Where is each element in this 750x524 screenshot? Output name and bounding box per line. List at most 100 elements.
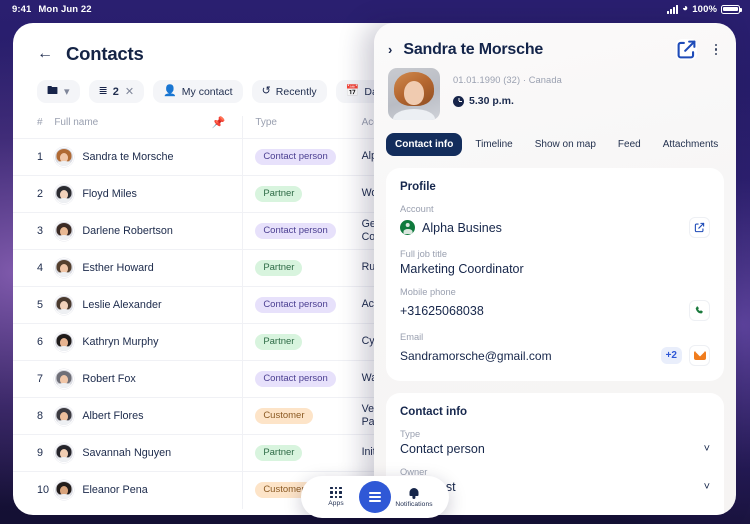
page-title: Contacts (66, 43, 144, 65)
chip-my-contact-label: My contact (182, 86, 233, 98)
kebab-menu-icon[interactable] (708, 41, 724, 59)
status-badge: Partner (255, 186, 302, 202)
back-arrow-icon[interactable]: ← (37, 46, 53, 62)
chevron-right-icon[interactable]: › (388, 42, 392, 57)
field-account: Account Alpha Busines (400, 204, 710, 238)
avatar (54, 332, 74, 352)
row-pin-cell (212, 176, 243, 213)
avatar (54, 184, 74, 204)
account-avatar-icon (400, 220, 415, 235)
wifi-icon: ◕ (682, 4, 688, 14)
tab-feed[interactable]: Feed (609, 133, 650, 156)
tab-show-on-map[interactable]: Show on map (526, 133, 605, 156)
avatar (54, 147, 74, 167)
status-badge: Partner (255, 334, 302, 350)
row-index: 9 (13, 435, 54, 472)
avatar (54, 369, 74, 389)
profile-card-title: Profile (400, 181, 710, 193)
row-index: 3 (13, 213, 54, 250)
chevron-down-icon[interactable]: ˅ (698, 443, 710, 455)
dock-apps-button[interactable]: Apps (315, 487, 357, 508)
row-pin-cell (212, 213, 243, 250)
row-index: 7 (13, 361, 54, 398)
dock-notifications-button[interactable]: Notifications (393, 487, 435, 508)
row-fullname[interactable]: Albert Flores (82, 410, 143, 422)
status-badge: Contact person (255, 371, 335, 387)
status-time: 9:41 (12, 4, 31, 15)
battery-full-icon (721, 5, 740, 14)
bottom-dock: Apps Notifications (301, 476, 449, 518)
history-icon: ↺ (262, 86, 271, 97)
contact-info-card-title: Contact info (400, 406, 710, 418)
column-header-fullname[interactable]: Full name (54, 116, 212, 139)
field-mobile-phone-label: Mobile phone (400, 287, 710, 297)
status-badge: Customer (255, 408, 312, 424)
chip-recently[interactable]: ↺ Recently (252, 80, 327, 103)
chip-folder[interactable]: 🖿 ▾ (37, 80, 80, 103)
field-job-title: Full job title Marketing Coordinator (400, 249, 710, 276)
status-badge: Contact person (255, 297, 335, 313)
status-badge: Contact person (255, 149, 335, 165)
envelope-icon[interactable] (689, 345, 710, 366)
column-header-type[interactable]: Type (243, 116, 362, 139)
detail-profile-summary: 01.01.1990 (32) · Canada 5.30 p.m. (374, 60, 736, 120)
row-fullname[interactable]: Floyd Miles (82, 188, 137, 200)
row-fullname[interactable]: Kathryn Murphy (82, 336, 158, 348)
field-type-label: Type (400, 429, 710, 439)
row-fullname[interactable]: Robert Fox (82, 373, 135, 385)
row-fullname[interactable]: Esther Howard (82, 262, 153, 274)
avatar (54, 406, 74, 426)
tab-contact-info[interactable]: Contact info (386, 133, 462, 156)
row-pin-cell (212, 287, 243, 324)
chevron-down-icon: ▾ (64, 85, 70, 98)
field-email-label: Email (400, 332, 710, 342)
close-icon[interactable]: ✕ (125, 85, 134, 98)
chip-filter-count: 2 (113, 86, 119, 98)
field-type-value[interactable]: Contact person (400, 442, 691, 456)
column-header-index[interactable]: # (13, 116, 54, 139)
phone-icon[interactable] (689, 300, 710, 321)
avatar (54, 480, 74, 500)
row-index: 2 (13, 176, 54, 213)
avatar (54, 295, 74, 315)
field-account-value[interactable]: Alpha Busines (422, 221, 682, 235)
folder-icon: 🖿 (47, 86, 58, 97)
birth-and-country: 01.01.1990 (32) · Canada (453, 75, 562, 85)
field-mobile-phone-value[interactable]: +31625068038 (400, 304, 682, 318)
contact-detail-panel: › Sandra te Morsche 01.01.1990 (32) · Ca… (374, 23, 736, 515)
field-type: Type Contact person ˅ (400, 429, 710, 456)
field-email-value[interactable]: Sandramorsche@gmail.com (400, 349, 654, 363)
row-fullname[interactable]: Sandra te Morsche (82, 151, 173, 163)
chip-filter[interactable]: ≣ 2 ✕ (89, 80, 145, 103)
field-account-label: Account (400, 204, 710, 214)
external-link-icon[interactable] (676, 39, 697, 60)
row-index: 6 (13, 324, 54, 361)
field-job-title-value[interactable]: Marketing Coordinator (400, 262, 710, 276)
dock-notifications-label: Notifications (395, 501, 432, 508)
row-fullname[interactable]: Eleanor Pena (82, 484, 147, 496)
hamburger-menu-icon[interactable] (359, 481, 391, 513)
chip-my-contact[interactable]: 👤 My contact (153, 80, 242, 103)
row-index: 1 (13, 139, 54, 176)
row-fullname[interactable]: Darlene Robertson (82, 225, 173, 237)
avatar (54, 221, 74, 241)
status-badge: Partner (255, 260, 302, 276)
avatar (54, 443, 74, 463)
detail-title: Sandra te Morsche (403, 41, 665, 59)
external-link-icon[interactable] (689, 217, 710, 238)
person-icon: 👤 (163, 86, 177, 97)
profile-card: Profile Account Alpha Busines Full job t… (386, 168, 724, 381)
pin-icon[interactable]: 📌 (212, 116, 243, 139)
cellular-signal-icon (667, 5, 679, 14)
row-pin-cell (212, 324, 243, 361)
row-index: 4 (13, 250, 54, 287)
row-fullname[interactable]: Leslie Alexander (82, 299, 161, 311)
tab-attachments[interactable]: Attachments (654, 133, 728, 156)
chevron-down-icon[interactable]: ˅ (698, 481, 710, 493)
row-fullname[interactable]: Savannah Nguyen (82, 447, 171, 459)
tab-timeline[interactable]: Timeline (466, 133, 521, 156)
row-index: 8 (13, 398, 54, 435)
email-extra-count[interactable]: +2 (661, 347, 682, 364)
chip-recently-label: Recently (276, 86, 317, 98)
field-job-title-label: Full job title (400, 249, 710, 259)
